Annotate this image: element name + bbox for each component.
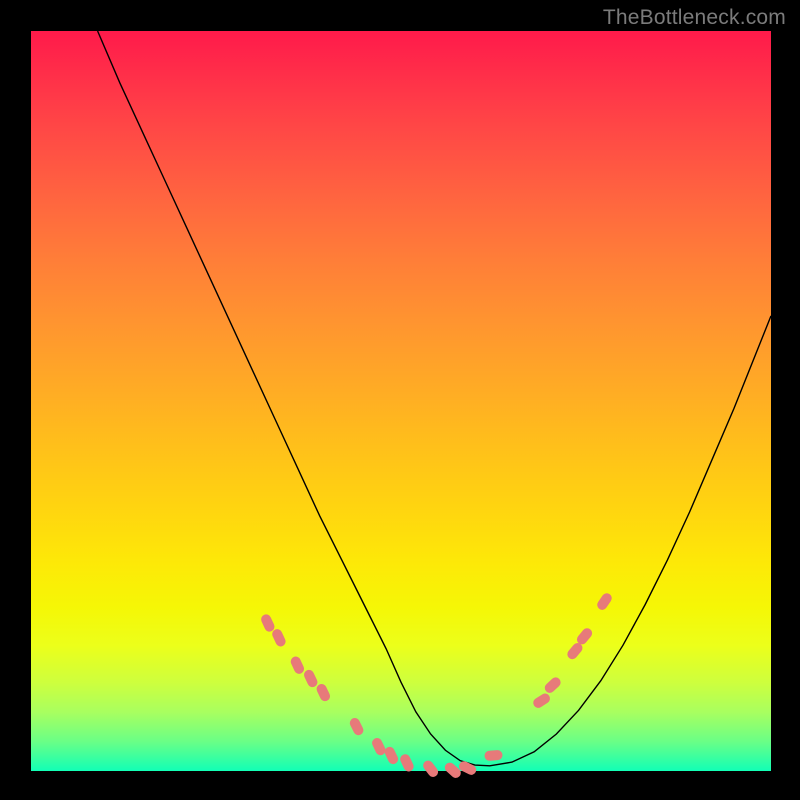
bottleneck-curve (98, 31, 771, 766)
chart-plot-area (31, 31, 771, 771)
curve-marker (302, 668, 319, 689)
curve-marker (315, 682, 332, 703)
curve-marker (348, 716, 365, 737)
curve-marker (370, 736, 387, 757)
chart-svg (31, 31, 771, 771)
curve-marker (484, 750, 503, 761)
curve-marker (421, 759, 440, 779)
curve-marker (399, 753, 416, 774)
curve-marker (259, 613, 276, 634)
curve-marker (543, 675, 563, 695)
curve-marker (271, 628, 288, 649)
curve-marker (443, 761, 463, 780)
curve-marker (595, 591, 613, 612)
marker-group (259, 591, 613, 780)
curve-marker (383, 745, 400, 766)
watermark-text: TheBottleneck.com (603, 6, 786, 30)
curve-marker (531, 692, 552, 710)
curve-marker (289, 655, 306, 676)
